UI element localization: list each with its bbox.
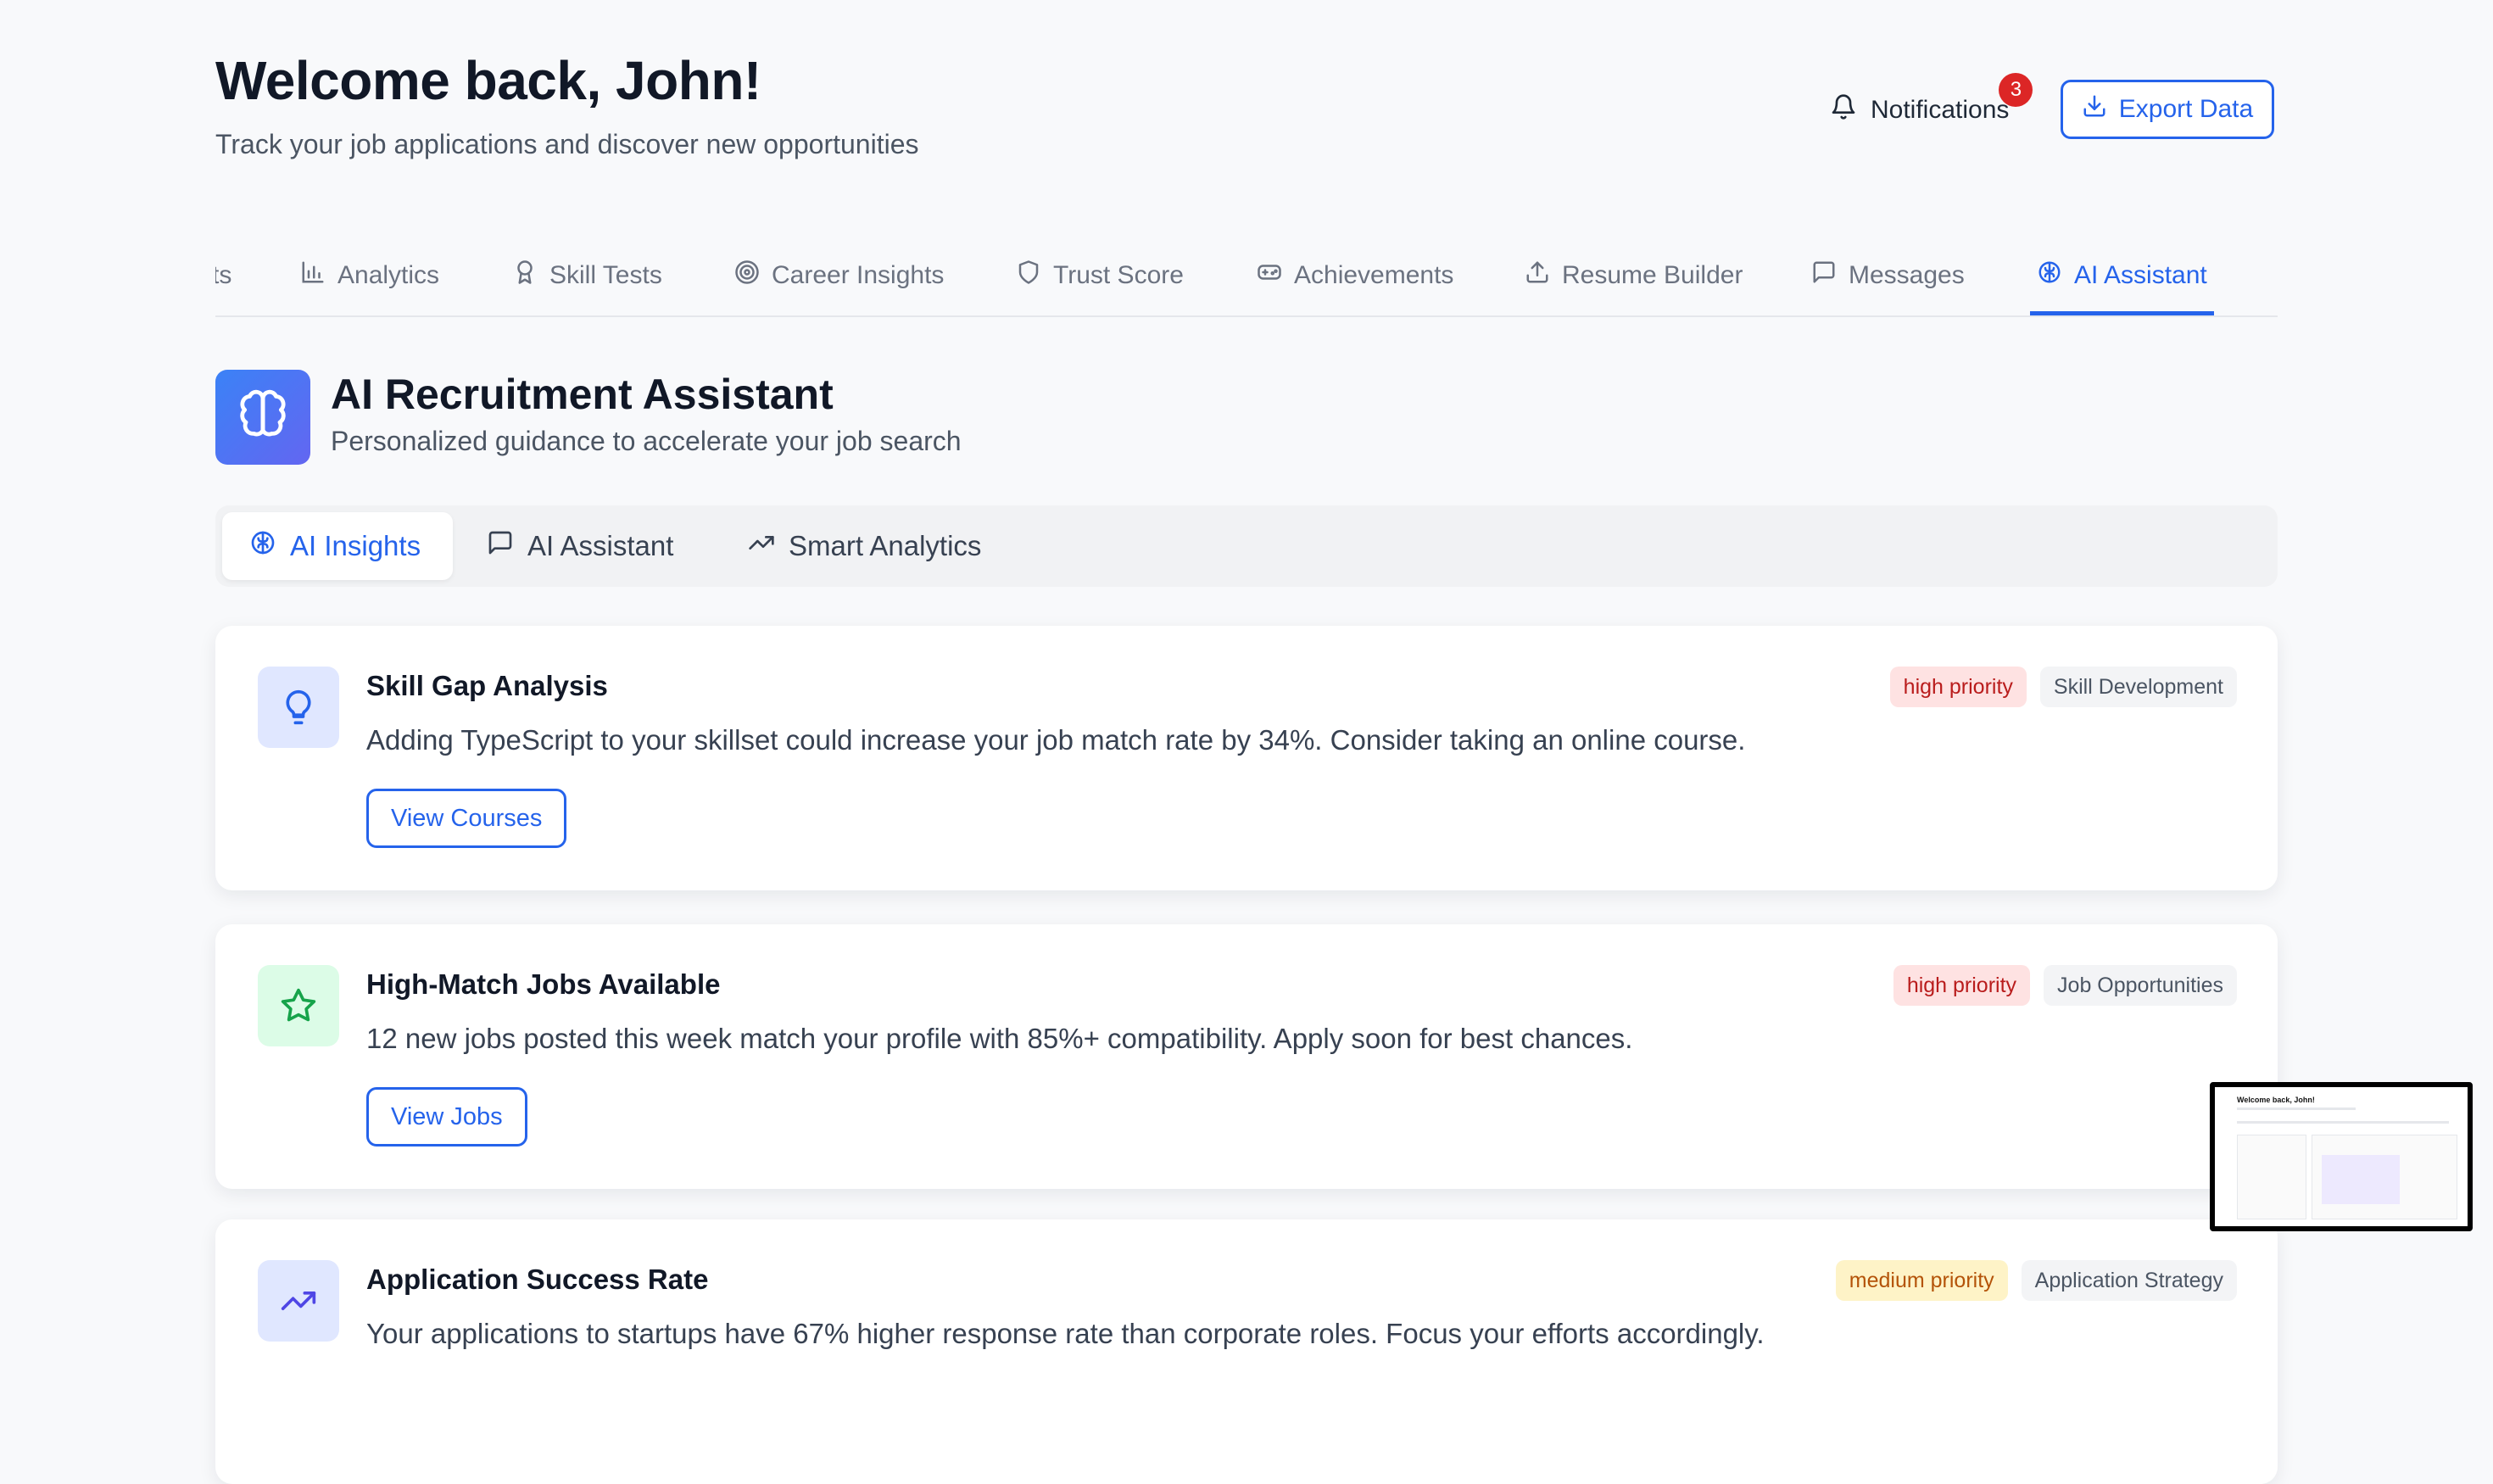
tab-resume-builder[interactable]: Resume Builder [1525,237,1743,314]
tab-trust-score[interactable]: Trust Score [1016,237,1184,314]
upload-icon [1525,259,1550,292]
tab-truncated[interactable]: ts [215,237,231,314]
subtab-label: AI Insights [290,530,421,561]
notifications-label: Notifications [1871,96,2010,124]
insight-tags: medium priority Application Strategy [1835,1260,2237,1301]
insight-title: Application Success Rate [366,1264,709,1295]
tab-skill-tests[interactable]: Skill Tests [512,237,662,314]
brain-icon [249,529,276,563]
subtab-label: AI Assistant [527,530,674,561]
bar-chart-icon [300,259,326,292]
tab-label: Analytics [337,261,440,289]
section-subtitle: Personalized guidance to accelerate your… [331,426,962,456]
subtab-ai-insights[interactable]: AI Insights [222,512,453,580]
tab-label: Resume Builder [1562,261,1743,289]
insight-title: High-Match Jobs Available [366,968,721,1000]
insight-card-high-match-jobs: High-Match Jobs Available 12 new jobs po… [215,924,2278,1189]
insight-title: Skill Gap Analysis [366,670,608,701]
screenshot-thumbnail[interactable]: Welcome back, John! [2210,1082,2473,1231]
view-courses-button[interactable]: View Courses [366,789,567,848]
dashboard-page: Welcome back, John! Track your job appli… [215,0,2278,1484]
thumbnail-line [2237,1107,2356,1110]
priority-badge: high priority [1893,965,2031,1006]
page-title: Welcome back, John! [215,50,761,111]
thumbnail-message [2322,1155,2400,1204]
tab-label: Career Insights [772,261,945,289]
star-icon [258,965,339,1046]
insight-description: Your applications to startups have 67% h… [366,1318,1765,1349]
gamepad-icon [1257,259,1282,292]
category-badge: Skill Development [2039,667,2237,707]
message-icon [1811,259,1837,292]
tab-ai-assistant[interactable]: AI Assistant [2030,237,2214,315]
tab-messages[interactable]: Messages [1811,237,1965,314]
ai-assistant-logo [215,370,310,465]
subtab-smart-analytics[interactable]: Smart Analytics [721,512,1008,580]
export-data-label: Export Data [2118,95,2254,123]
tab-analytics[interactable]: Analytics [300,237,439,314]
insight-card-skill-gap: Skill Gap Analysis Adding TypeScript to … [215,626,2278,890]
page-subtitle: Track your job applications and discover… [215,129,919,159]
bell-icon [1830,93,1857,127]
thumbnail-line [2237,1121,2449,1124]
trending-up-icon [748,529,775,563]
subtab-label: Smart Analytics [789,530,982,561]
download-icon [2082,93,2107,126]
tab-label: Trust Score [1053,261,1184,289]
insight-description: Adding TypeScript to your skillset could… [366,724,1746,756]
notifications-button[interactable]: Notifications 3 [1830,73,2033,131]
tab-label: Messages [1849,261,1965,289]
brain-icon [2037,259,2062,292]
insight-card-application-success: Application Success Rate Your applicatio… [215,1219,2278,1484]
section-title: AI Recruitment Assistant [331,371,834,418]
tab-label: Achievements [1294,261,1454,289]
priority-badge: high priority [1889,667,2027,707]
tab-label: Skill Tests [549,261,662,289]
message-icon [487,529,514,563]
lightbulb-icon [258,667,339,748]
main-tab-bar: ts Analytics Skill Tests Career Insights… [215,237,2278,317]
ai-subtab-bar: AI Insights AI Assistant Smart Analytics [215,505,2278,587]
shield-icon [1016,259,1041,292]
tab-label: ts [215,261,232,289]
category-badge: Application Strategy [2021,1260,2237,1301]
view-jobs-button[interactable]: View Jobs [366,1087,527,1146]
insight-description: 12 new jobs posted this week match your … [366,1023,1633,1054]
notification-count-badge: 3 [1999,73,2033,107]
target-icon [734,259,760,292]
tab-career-insights[interactable]: Career Insights [734,237,944,314]
tab-achievements[interactable]: Achievements [1257,237,1453,314]
subtab-ai-assistant[interactable]: AI Assistant [460,512,700,580]
category-badge: Job Opportunities [2044,965,2237,1006]
tab-label: AI Assistant [2074,261,2207,289]
insight-tags: high priority Skill Development [1889,667,2237,707]
insight-tags: high priority Job Opportunities [1893,965,2237,1006]
export-data-button[interactable]: Export Data [2061,80,2274,139]
thumbnail-title: Welcome back, John! [2237,1096,2315,1104]
priority-badge: medium priority [1835,1260,2008,1301]
thumbnail-panel [2237,1135,2306,1219]
award-icon [512,259,538,292]
brain-icon [236,388,290,447]
trending-up-icon [258,1260,339,1342]
